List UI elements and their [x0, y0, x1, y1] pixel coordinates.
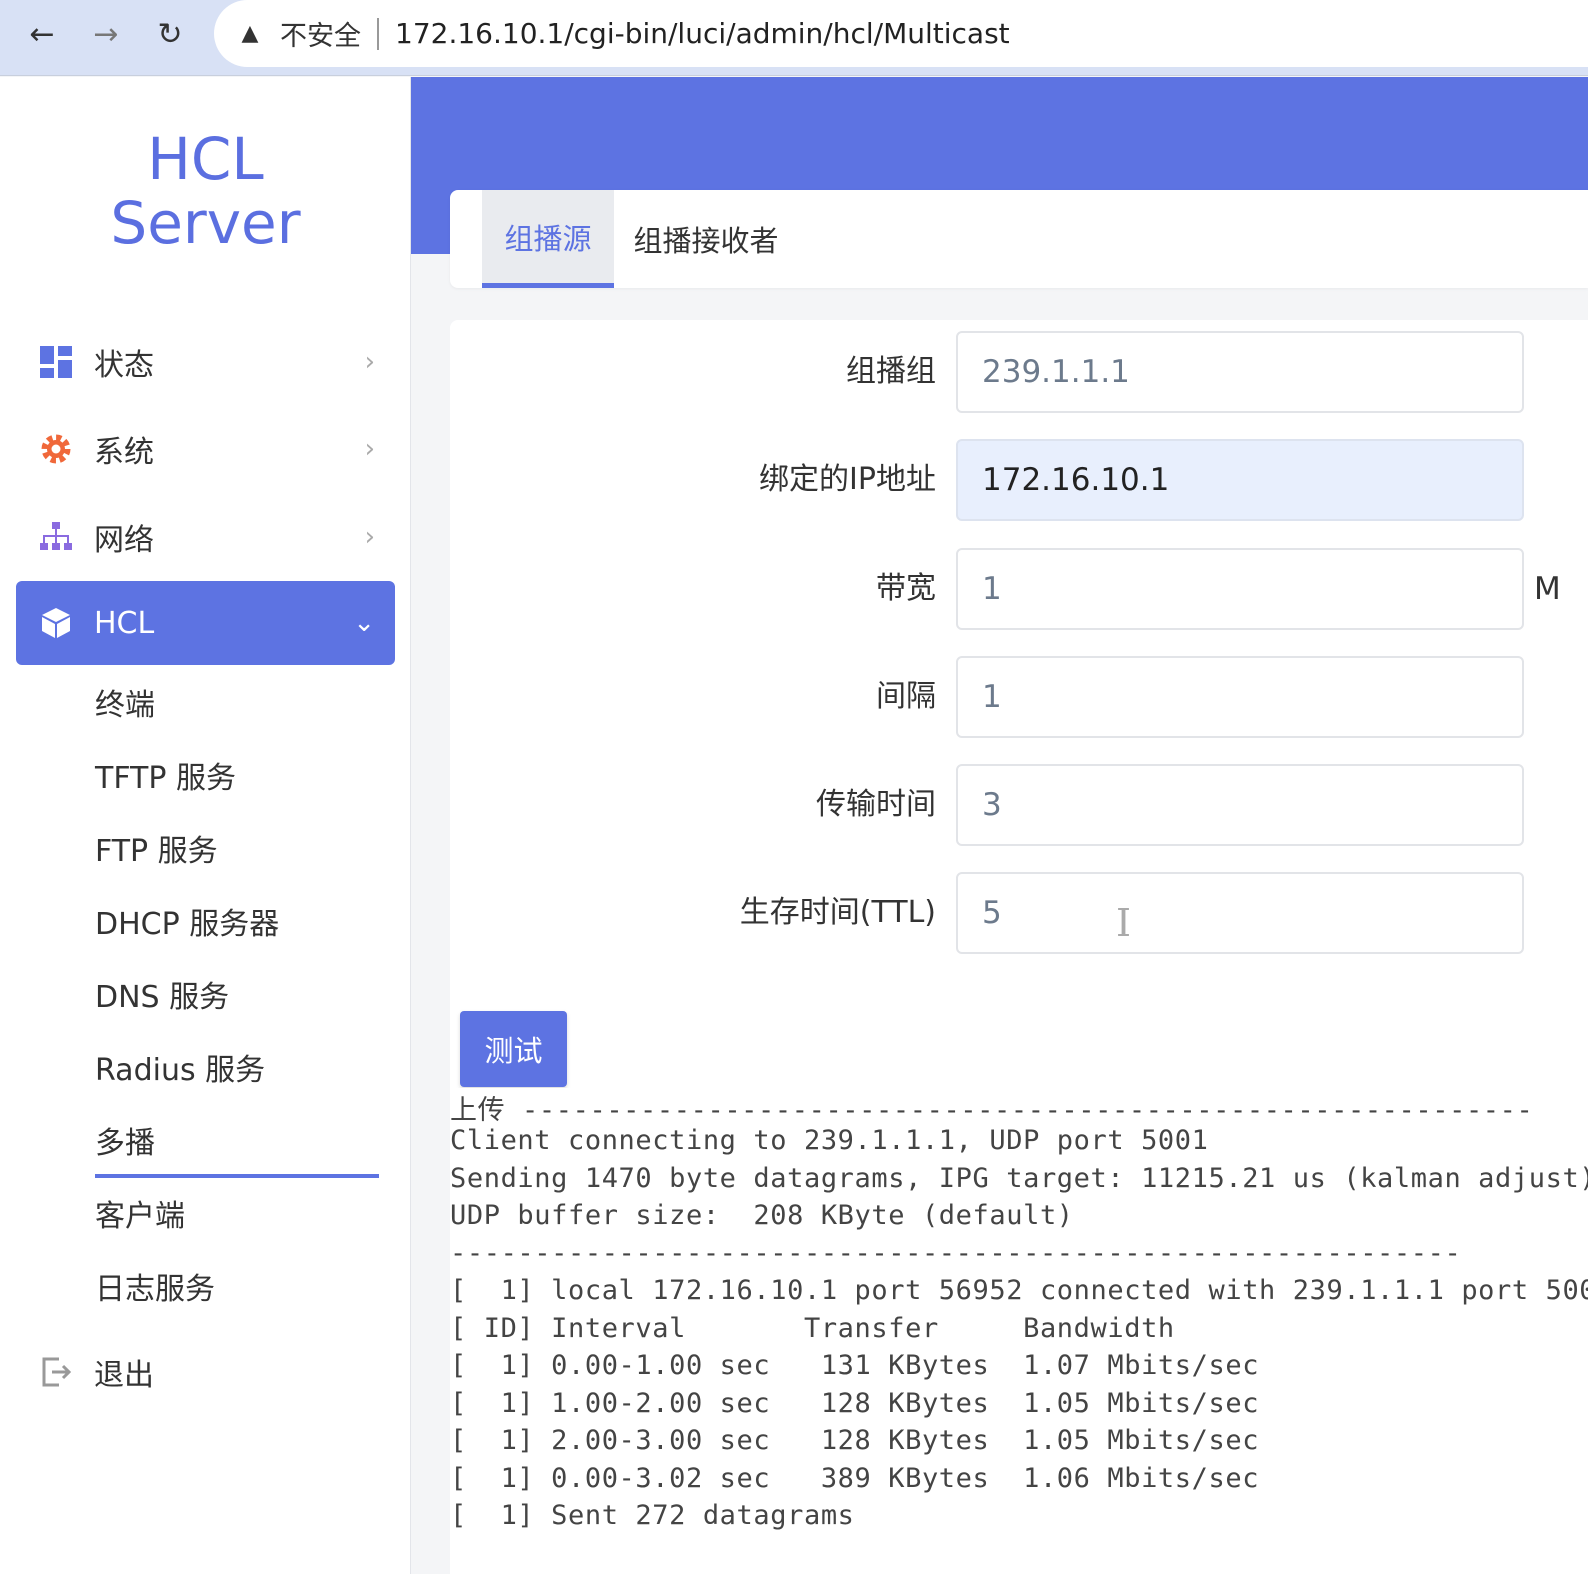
ttl-label: 生存时间(TTL)	[739, 895, 936, 930]
console-line: [ 1] 2.00-3.00 sec 128 KBytes 1.05 Mbits…	[450, 1425, 1260, 1456]
sidebar-item-label: 网络	[94, 523, 154, 558]
console-line: 上传 -------------------------------------…	[450, 1095, 1534, 1126]
bandwidth-label: 带宽	[876, 571, 936, 606]
tab-multicast-source[interactable]: 组播源	[482, 190, 614, 288]
bandwidth-input[interactable]: 1	[956, 548, 1524, 630]
ttl-input[interactable]: 5	[956, 872, 1524, 954]
sidebar-item-network[interactable]: 网络 ›	[16, 495, 395, 579]
chevron-down-icon: ⌄	[353, 608, 375, 638]
sidebar-item-status[interactable]: 状态 ›	[16, 320, 395, 404]
group-label: 组播组	[846, 354, 936, 389]
console-line: [ ID] Interval Transfer Bandwidth	[450, 1313, 1175, 1344]
text-cursor-icon: I	[1116, 901, 1132, 945]
bandwidth-unit: M	[1534, 571, 1561, 607]
console-line: [ 1] Sent 272 datagrams	[450, 1500, 855, 1531]
chevron-right-icon: ›	[364, 434, 375, 464]
brand-line-2: Server	[110, 189, 301, 257]
console-line: Sending 1470 byte datagrams, IPG target:…	[450, 1163, 1588, 1194]
sidebar-subitem-radius[interactable]: Radius 服务	[95, 1046, 265, 1096]
console-line: UDP buffer size: 208 KByte (default)	[450, 1200, 1074, 1231]
brand-line-1: HCL	[147, 125, 264, 193]
address-bar[interactable]: ▲ 不安全 172.16.10.1/cgi-bin/luci/admin/hcl…	[214, 0, 1588, 67]
reload-icon[interactable]: ↻	[150, 14, 190, 54]
duration-input[interactable]: 3	[956, 764, 1524, 846]
console-line: [ 1] 1.00-2.00 sec 128 KBytes 1.05 Mbits…	[450, 1388, 1260, 1419]
bind-ip-input[interactable]: 172.16.10.1	[956, 439, 1524, 521]
sidebar-item-hcl[interactable]: HCL ⌄	[16, 581, 395, 665]
sidebar-subitem-dhcp[interactable]: DHCP 服务器	[95, 900, 279, 950]
tab-bar: 组播源 组播接收者	[450, 190, 1588, 288]
duration-label: 传输时间	[816, 787, 936, 822]
bind-ip-label: 绑定的IP地址	[759, 462, 936, 497]
console-line: Client connecting to 239.1.1.1, UDP port…	[450, 1125, 1209, 1156]
back-arrow-icon[interactable]: ←	[22, 14, 62, 54]
network-icon	[38, 519, 74, 555]
test-button[interactable]: 测试	[460, 1011, 567, 1087]
sidebar-subitem-ftp[interactable]: FTP 服务	[95, 827, 218, 877]
sidebar-item-system[interactable]: 系统 ›	[16, 407, 395, 491]
address-divider	[377, 17, 379, 50]
browser-toolbar: ← → ↻ ▲ 不安全 172.16.10.1/cgi-bin/luci/adm…	[0, 0, 1588, 76]
interval-input[interactable]: 1	[956, 656, 1524, 738]
tab-multicast-receiver[interactable]: 组播接收者	[626, 190, 786, 288]
cube-icon	[38, 605, 74, 641]
sidebar-subitem-tftp[interactable]: TFTP 服务	[95, 754, 236, 804]
gear-icon	[38, 431, 74, 467]
console-line: ----------------------------------------…	[450, 1238, 1462, 1269]
sidebar-subitem-multicast[interactable]: 多播	[95, 1119, 155, 1169]
forward-arrow-icon[interactable]: →	[86, 14, 126, 54]
sidebar-item-label: 系统	[94, 435, 154, 470]
dashboard-icon	[38, 344, 74, 380]
chevron-right-icon: ›	[364, 522, 375, 552]
sidebar-item-label: 退出	[94, 1358, 154, 1393]
multicast-group-input[interactable]: 239.1.1.1	[956, 331, 1524, 413]
sidebar-item-label: HCL	[94, 605, 155, 641]
url-text[interactable]: 172.16.10.1/cgi-bin/luci/admin/hcl/Multi…	[395, 17, 1010, 50]
logout-icon	[38, 1354, 74, 1390]
console-line: [ 1] 0.00-1.00 sec 131 KBytes 1.07 Mbits…	[450, 1350, 1260, 1381]
chevron-right-icon: ›	[364, 347, 375, 377]
sidebar-item-label: 状态	[94, 348, 154, 383]
console-output: 上传 -------------------------------------…	[450, 1088, 1588, 1574]
brand-logo[interactable]: HCL Server	[0, 127, 411, 255]
console-line: [ 1] local 172.16.10.1 port 56952 connec…	[450, 1275, 1588, 1306]
warning-icon[interactable]: ▲	[236, 20, 264, 48]
interval-label: 间隔	[876, 679, 936, 714]
sidebar-subitem-dns[interactable]: DNS 服务	[95, 973, 229, 1023]
sidebar-subitem-log[interactable]: 日志服务	[95, 1265, 215, 1315]
sidebar-item-logout[interactable]: 退出	[16, 1330, 395, 1414]
active-subitem-indicator	[95, 1174, 379, 1178]
console-line: [ 1] 0.00-3.02 sec 389 KBytes 1.06 Mbits…	[450, 1463, 1260, 1494]
sidebar-subitem-client[interactable]: 客户端	[95, 1192, 185, 1242]
security-status[interactable]: 不安全	[280, 14, 361, 53]
sidebar-subitem-terminal[interactable]: 终端	[95, 681, 155, 731]
